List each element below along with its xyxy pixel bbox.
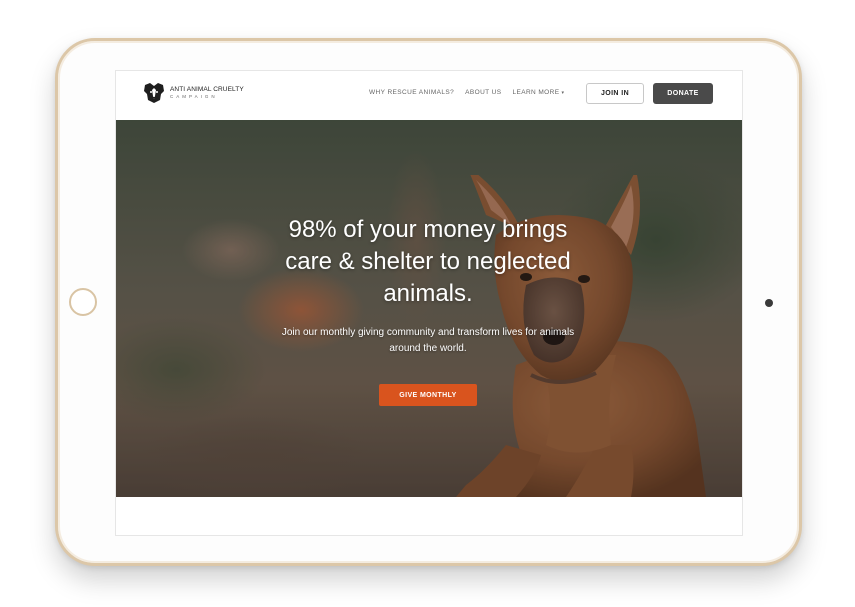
donate-button[interactable]: DONATE xyxy=(653,83,713,104)
dog-head-icon xyxy=(144,83,164,103)
nav-link-learn-more[interactable]: LEARN MORE ▾ xyxy=(512,89,564,96)
give-monthly-button[interactable]: GIVE MONTHLY xyxy=(379,384,477,406)
camera-dot xyxy=(765,299,773,307)
logo-line-2: CAMPAIGN xyxy=(170,94,218,99)
hero-section: 98% of your money brings care & shelter … xyxy=(116,120,742,497)
nav-links: WHY RESCUE ANIMALS? ABOUT US LEARN MORE ▾ xyxy=(369,89,564,96)
content-below-hero xyxy=(116,497,742,535)
nav-link-learn-more-label: LEARN MORE xyxy=(512,89,560,96)
hero-subtitle: Join our monthly giving community and tr… xyxy=(281,327,575,354)
home-button[interactable] xyxy=(69,288,97,316)
hero-title: 98% of your money brings care & shelter … xyxy=(285,216,571,307)
nav-link-about-us[interactable]: ABOUT US xyxy=(465,89,501,96)
navbar: ANTI ANIMAL CRUELTY CAMPAIGN WHY RESCUE … xyxy=(116,71,742,120)
caret-down-icon: ▾ xyxy=(561,90,565,96)
tablet-screen: ANTI ANIMAL CRUELTY CAMPAIGN WHY RESCUE … xyxy=(115,70,743,536)
site-logo[interactable]: ANTI ANIMAL CRUELTY CAMPAIGN xyxy=(142,82,244,104)
nav-link-why-rescue[interactable]: WHY RESCUE ANIMALS? xyxy=(369,89,454,96)
logo-text: ANTI ANIMAL CRUELTY CAMPAIGN xyxy=(170,85,244,100)
join-in-button[interactable]: JOIN IN xyxy=(586,83,644,104)
logo-line-1: ANTI ANIMAL CRUELTY xyxy=(170,85,244,93)
